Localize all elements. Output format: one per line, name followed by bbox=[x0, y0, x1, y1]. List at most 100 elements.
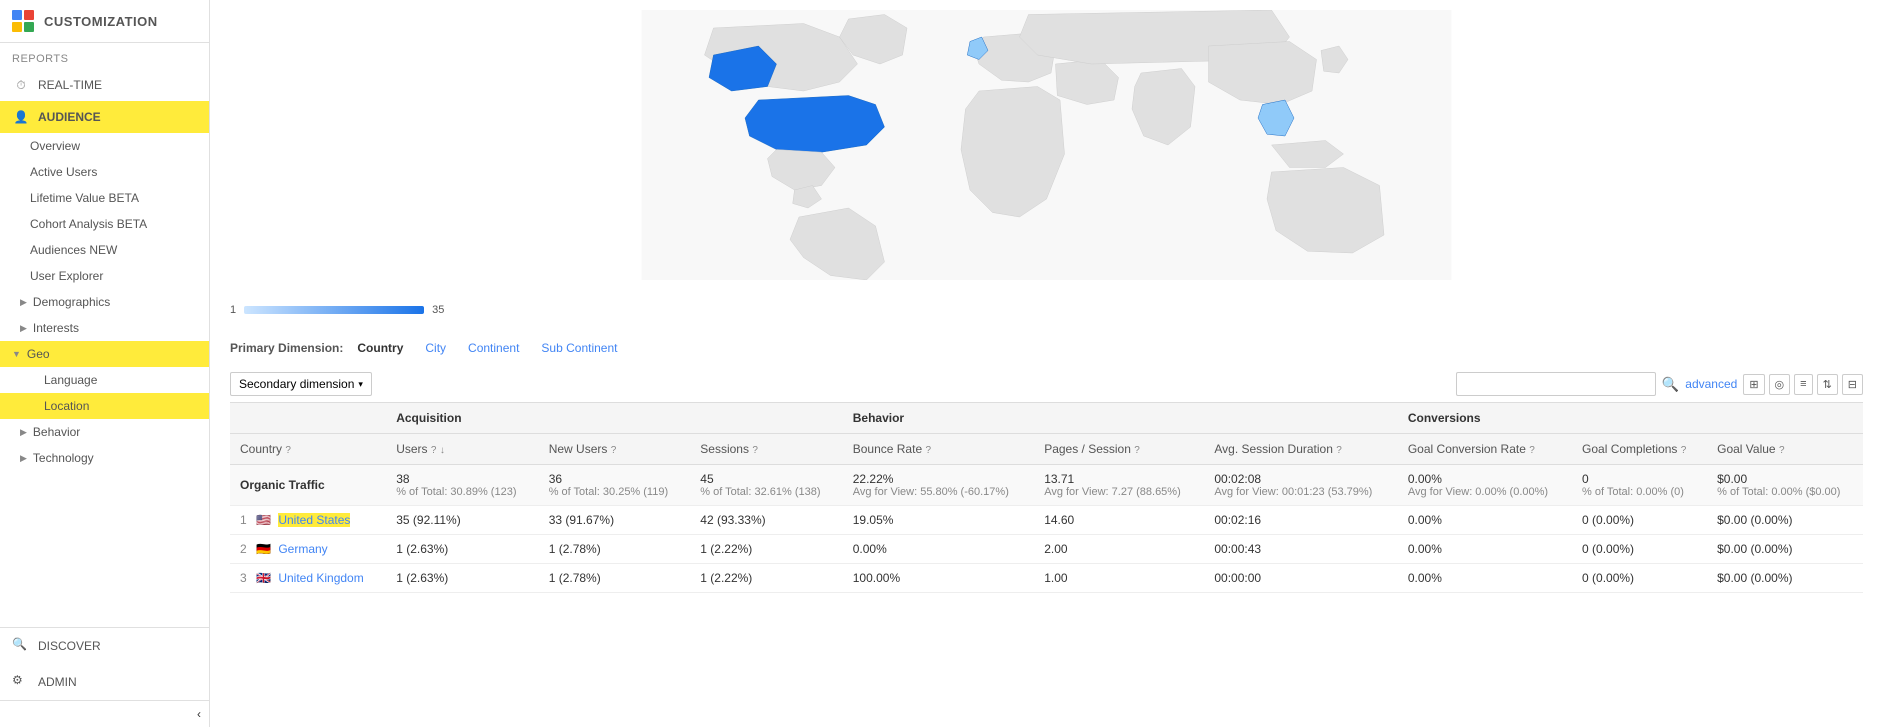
th-pages-session[interactable]: Pages / Session ? bbox=[1034, 434, 1204, 465]
person-icon: 👤 bbox=[12, 108, 30, 126]
new-badge-audiences: NEW bbox=[89, 243, 117, 257]
table-group-header-row: Acquisition Behavior Conversions bbox=[230, 403, 1863, 434]
row-goal-val-de: $0.00 (0.00%) bbox=[1707, 535, 1863, 564]
th-goal-value[interactable]: Goal Value ? bbox=[1707, 434, 1863, 465]
secondary-dimension-button[interactable]: Secondary dimension ▾ bbox=[230, 372, 372, 396]
sidebar-item-overview[interactable]: Overview bbox=[0, 133, 209, 159]
th-acquisition-group: Acquisition bbox=[386, 403, 843, 434]
sidebar-item-active-users[interactable]: Active Users bbox=[0, 159, 209, 185]
row-country-gb: 3 🇬🇧 United Kingdom bbox=[230, 564, 386, 593]
th-sessions[interactable]: Sessions ? bbox=[690, 434, 842, 465]
legend-min: 1 bbox=[230, 304, 236, 316]
th-behavior-group: Behavior bbox=[843, 403, 1398, 434]
sidebar-item-user-explorer[interactable]: User Explorer bbox=[0, 263, 209, 289]
map-container: 1 35 bbox=[210, 0, 1883, 330]
summary-goal-value: $0.00 % of Total: 0.00% ($0.00) bbox=[1707, 465, 1863, 506]
th-new-users[interactable]: New Users ? bbox=[539, 434, 691, 465]
sidebar-item-admin[interactable]: ⚙ ADMIN bbox=[0, 664, 209, 700]
expand-arrow-technology: ▶ bbox=[20, 453, 27, 464]
sidebar-item-behavior[interactable]: ▶ Behavior bbox=[0, 419, 209, 445]
row-new-users-de: 1 (2.78%) bbox=[539, 535, 691, 564]
view-compare-button[interactable]: ⇅ bbox=[1817, 374, 1838, 395]
sidebar-item-cohort-analysis[interactable]: Cohort Analysis BETA bbox=[0, 211, 209, 237]
row-new-users-us: 33 (91.67%) bbox=[539, 506, 691, 535]
discover-label: DISCOVER bbox=[38, 639, 101, 653]
sidebar-item-real-time[interactable]: ⏱ REAL-TIME bbox=[0, 69, 209, 101]
summary-goal-completions: 0 % of Total: 0.00% (0) bbox=[1572, 465, 1707, 506]
th-users[interactable]: Users ? ↓ bbox=[386, 434, 538, 465]
th-goal-completions[interactable]: Goal Completions ? bbox=[1572, 434, 1707, 465]
row-avg-gb: 00:00:00 bbox=[1204, 564, 1397, 593]
row-sessions-de: 1 (2.22%) bbox=[690, 535, 842, 564]
search-area: 🔍 advanced ⊞ ◎ ≡ ⇅ ⊟ bbox=[1456, 372, 1863, 396]
row-bounce-gb: 100.00% bbox=[843, 564, 1034, 593]
sidebar-item-geo[interactable]: ▼ Geo bbox=[0, 341, 209, 367]
dim-btn-sub-continent[interactable]: Sub Continent bbox=[533, 338, 625, 358]
view-data-button[interactable]: ⊞ bbox=[1743, 374, 1764, 395]
collapse-icon: ‹ bbox=[197, 707, 201, 721]
sidebar-section-reports: Reports bbox=[0, 43, 209, 69]
sidebar-item-discover[interactable]: 🔍 DISCOVER bbox=[0, 628, 209, 664]
table-row: 3 🇬🇧 United Kingdom 1 (2.63%) 1 (2.78%) … bbox=[230, 564, 1863, 593]
beta-badge-cohort: BETA bbox=[117, 217, 147, 231]
view-icons: ⊞ ◎ ≡ ⇅ ⊟ bbox=[1743, 374, 1863, 395]
dim-btn-country[interactable]: Country bbox=[349, 338, 411, 358]
summary-new-users: 36 % of Total: 30.25% (119) bbox=[539, 465, 691, 506]
summary-bounce-rate: 22.22% Avg for View: 55.80% (-60.17%) bbox=[843, 465, 1034, 506]
row-sessions-gb: 1 (2.22%) bbox=[690, 564, 842, 593]
sidebar-item-location[interactable]: Location bbox=[0, 393, 209, 419]
expand-arrow-demographics: ▶ bbox=[20, 297, 27, 308]
country-link-de[interactable]: Germany bbox=[278, 542, 327, 556]
summary-users: 38 % of Total: 30.89% (123) bbox=[386, 465, 538, 506]
th-avg-session[interactable]: Avg. Session Duration ? bbox=[1204, 434, 1397, 465]
dim-btn-city[interactable]: City bbox=[417, 338, 454, 358]
country-link-gb[interactable]: United Kingdom bbox=[278, 571, 363, 585]
row-goal-val-us: $0.00 (0.00%) bbox=[1707, 506, 1863, 535]
table-col-header-row: Country ? Users ? ↓ New Users ? Sessions… bbox=[230, 434, 1863, 465]
world-map bbox=[230, 10, 1863, 300]
toolbar-row: Secondary dimension ▾ 🔍 advanced ⊞ ◎ ≡ ⇅… bbox=[210, 366, 1883, 402]
sidebar-item-demographics[interactable]: ▶ Demographics bbox=[0, 289, 209, 315]
legend-gradient-bar bbox=[244, 306, 424, 314]
sidebar-item-interests[interactable]: ▶ Interests bbox=[0, 315, 209, 341]
main-content: 1 35 Primary Dimension: Country City Con… bbox=[210, 0, 1883, 727]
row-avg-us: 00:02:16 bbox=[1204, 506, 1397, 535]
th-country: Country ? bbox=[230, 434, 386, 465]
advanced-link[interactable]: advanced bbox=[1685, 377, 1737, 391]
summary-sessions: 45 % of Total: 32.61% (138) bbox=[690, 465, 842, 506]
summary-pages-session: 13.71 Avg for View: 7.27 (88.65%) bbox=[1034, 465, 1204, 506]
row-goal-comp-gb: 0 (0.00%) bbox=[1572, 564, 1707, 593]
view-pivot-button[interactable]: ⊟ bbox=[1842, 374, 1863, 395]
world-map-svg bbox=[230, 10, 1863, 280]
sidebar-collapse-button[interactable]: ‹ bbox=[0, 700, 209, 727]
th-country-group bbox=[230, 403, 386, 434]
row-goal-conv-us: 0.00% bbox=[1398, 506, 1572, 535]
row-goal-conv-gb: 0.00% bbox=[1398, 564, 1572, 593]
sidebar-item-real-time-label: REAL-TIME bbox=[38, 78, 102, 92]
search-input[interactable] bbox=[1456, 372, 1656, 396]
search-button[interactable]: 🔍 bbox=[1662, 376, 1679, 393]
th-conversions-group: Conversions bbox=[1398, 403, 1863, 434]
th-bounce-rate[interactable]: Bounce Rate ? bbox=[843, 434, 1034, 465]
expand-arrow-behavior: ▶ bbox=[20, 427, 27, 438]
map-legend: 1 35 bbox=[230, 300, 1863, 320]
dim-btn-continent[interactable]: Continent bbox=[460, 338, 527, 358]
primary-dimension-label: Primary Dimension: bbox=[230, 341, 343, 355]
view-bar-button[interactable]: ≡ bbox=[1794, 374, 1812, 395]
sidebar-item-lifetime-value[interactable]: Lifetime Value BETA bbox=[0, 185, 209, 211]
sidebar-item-audiences[interactable]: Audiences NEW bbox=[0, 237, 209, 263]
th-goal-conv-rate[interactable]: Goal Conversion Rate ? bbox=[1398, 434, 1572, 465]
admin-label: ADMIN bbox=[38, 675, 77, 689]
row-pages-us: 14.60 bbox=[1034, 506, 1204, 535]
sidebar-item-audience[interactable]: 👤 AUDIENCE bbox=[0, 101, 209, 133]
country-link-us[interactable]: United States bbox=[278, 513, 350, 527]
view-pie-button[interactable]: ◎ bbox=[1769, 374, 1791, 395]
row-bounce-us: 19.05% bbox=[843, 506, 1034, 535]
sidebar-item-technology[interactable]: ▶ Technology bbox=[0, 445, 209, 471]
sidebar-header: CUSTOMIZATION bbox=[0, 0, 209, 43]
row-users-us: 35 (92.11%) bbox=[386, 506, 538, 535]
table-wrapper: Acquisition Behavior Conversions Country… bbox=[210, 402, 1883, 613]
summary-label: Organic Traffic bbox=[230, 465, 386, 506]
sidebar-item-language[interactable]: Language bbox=[0, 367, 209, 393]
summary-avg-session: 00:02:08 Avg for View: 00:01:23 (53.79%) bbox=[1204, 465, 1397, 506]
